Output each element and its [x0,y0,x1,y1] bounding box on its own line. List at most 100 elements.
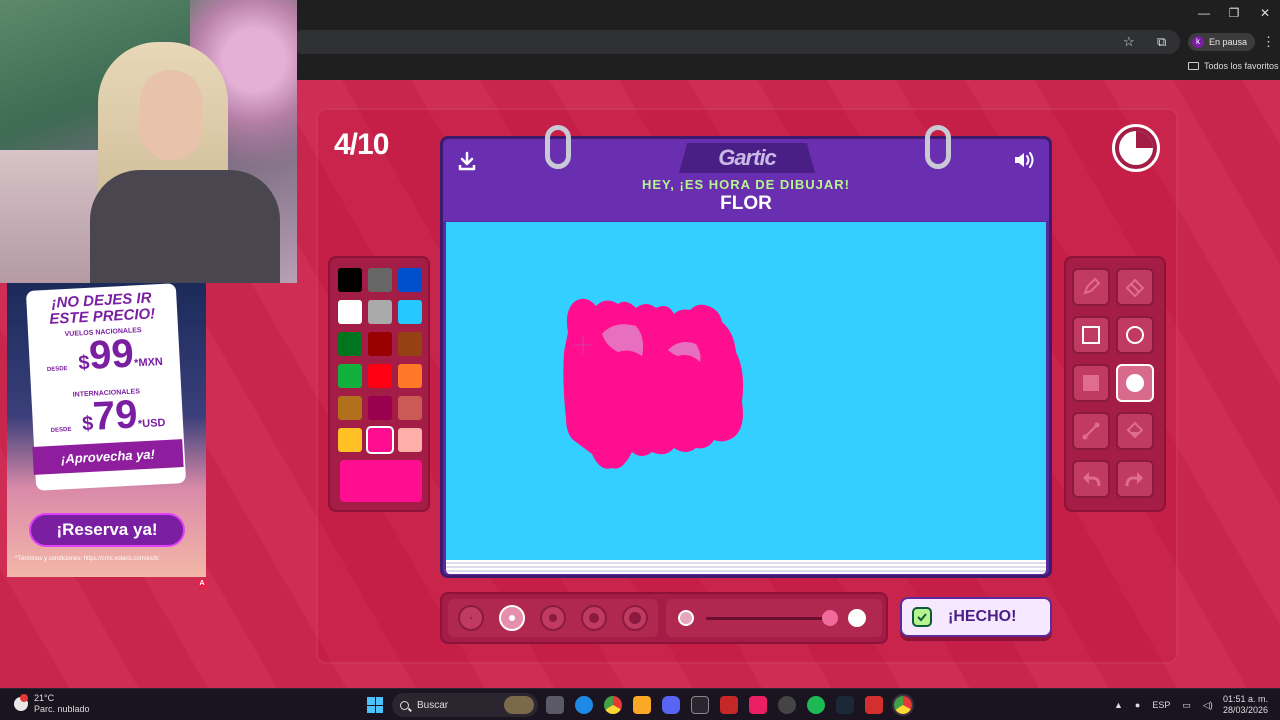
size-dot [589,613,599,623]
search-highlight-thumbnail [504,696,534,714]
rectangle-filled-tool[interactable] [1072,364,1110,402]
color-swatch[interactable] [398,332,422,356]
webcam-overlay [0,0,297,283]
tiktok-icon[interactable] [749,696,767,714]
menu-kebab-icon[interactable]: ⋮ [1262,34,1275,50]
profile-chip[interactable]: k En pausa [1188,33,1256,51]
color-swatch[interactable] [398,300,422,324]
color-swatch[interactable] [368,396,392,420]
ad-reserve-button[interactable]: ¡Reserva ya! [29,513,185,547]
steam-icon[interactable] [836,696,854,714]
close-button[interactable]: ✕ [1256,6,1274,20]
network-icon[interactable]: ▭ [1182,700,1191,711]
weather-widget[interactable]: 21°C Parc. nublado [14,693,90,715]
brush-size-2[interactable] [499,605,525,631]
bookmark-star-icon[interactable]: ☆ [1123,34,1135,50]
color-swatch[interactable] [338,332,362,356]
color-swatch[interactable] [368,332,392,356]
rectangle-outline-tool[interactable] [1072,316,1110,354]
media-app-icon[interactable] [865,696,883,714]
eraser-icon [1125,278,1145,298]
tray-chevron-icon[interactable]: ▲ [1114,700,1123,710]
language-indicator[interactable]: ESP [1152,700,1170,710]
color-swatch[interactable] [398,428,422,452]
drawing-canvas[interactable] [446,222,1046,560]
color-swatch[interactable] [398,364,422,388]
circle-filled-tool[interactable] [1116,364,1154,402]
brush-size-1[interactable] [458,605,484,631]
undo-tool[interactable] [1072,460,1110,498]
color-swatch[interactable] [338,428,362,452]
extensions-icon[interactable]: ⧉ [1157,34,1166,50]
pencil-tool[interactable] [1072,268,1110,306]
fill-bucket-icon [1126,421,1144,439]
taskbar-search[interactable]: Buscar [392,693,538,717]
brush-size-5[interactable] [622,605,648,631]
volume-icon[interactable]: ◁) [1203,700,1213,711]
download-icon[interactable] [457,151,477,171]
color-swatch[interactable] [366,426,394,454]
weather-condition: Parc. nublado [34,704,90,714]
avatar: k [1192,36,1204,48]
color-swatch[interactable] [398,268,422,292]
system-tray: ▲ ● ESP ▭ ◁) [1114,689,1213,720]
brush-size-4[interactable] [581,605,607,631]
maximize-button[interactable]: ❐ [1225,6,1243,20]
redo-tool[interactable] [1116,460,1154,498]
ad-choices-badge[interactable]: A [197,579,207,589]
date: 28/03/2026 [1222,705,1268,715]
color-swatch[interactable] [338,364,362,388]
search-icon [400,700,409,710]
draw-prompt: HEY, ¡ES HORA DE DIBUJAR! [642,177,850,192]
ad-national-price: DESDE $99*MXN [28,332,180,390]
timer-icon [1119,131,1153,165]
clock[interactable]: 01:51 a. m. 28/03/2026 [1222,694,1268,716]
spotify-icon[interactable] [807,696,825,714]
streamer-body [90,170,280,283]
fill-bucket-tool[interactable] [1116,412,1154,450]
color-swatch[interactable] [368,300,392,324]
edge-icon[interactable] [575,696,593,714]
current-color-preview[interactable] [340,460,422,502]
obs-icon[interactable] [778,696,796,714]
done-button[interactable]: ¡HECHO! [900,597,1052,637]
timer-elapsed-wedge [1136,131,1153,148]
minimize-button[interactable]: — [1195,6,1213,20]
ad-desde: DESDE [46,365,68,374]
color-swatch[interactable] [398,396,422,420]
streaming-app-icon[interactable] [720,696,738,714]
opacity-handle[interactable] [821,610,838,626]
all-bookmarks-label: Todos los favoritos [1204,61,1279,71]
all-bookmarks-folder[interactable]: Todos los favoritos [1188,61,1279,71]
url-field[interactable] [290,30,1180,54]
eraser-tool[interactable] [1116,268,1154,306]
ad-terms[interactable]: *Términos y condiciones: https://cms.vol… [15,556,205,562]
discord-icon[interactable] [662,696,680,714]
brush-size-3[interactable] [540,605,566,631]
tray-app-icon[interactable]: ● [1135,700,1140,710]
file-explorer-icon[interactable] [633,696,651,714]
line-tool[interactable] [1072,412,1110,450]
google-app-icon[interactable] [691,696,709,714]
color-swatch[interactable] [338,300,362,324]
round-counter: 4/10 [334,128,389,161]
binder-ring-right [925,125,951,169]
color-swatch[interactable] [338,268,362,292]
task-view-icon[interactable] [546,696,564,714]
start-button[interactable] [367,697,383,713]
color-swatch[interactable] [368,268,392,292]
speaker-icon[interactable] [1013,150,1037,170]
circle-filled-icon [1126,374,1144,392]
ad-desde: DESDE [50,426,72,434]
opacity-track[interactable] [706,617,836,620]
opacity-slider[interactable] [666,599,882,637]
color-swatch[interactable] [368,364,392,388]
folder-icon [1188,62,1199,70]
ad-banner[interactable]: ¡NO DEJES IR ESTE PRECIO! VUELOS NACIONA… [7,283,206,577]
line-icon [1082,422,1100,440]
chrome-active-icon[interactable] [892,694,914,716]
color-swatch[interactable] [338,396,362,420]
circle-outline-tool[interactable] [1116,316,1154,354]
size-dot [509,615,515,621]
chrome-icon[interactable] [604,696,622,714]
